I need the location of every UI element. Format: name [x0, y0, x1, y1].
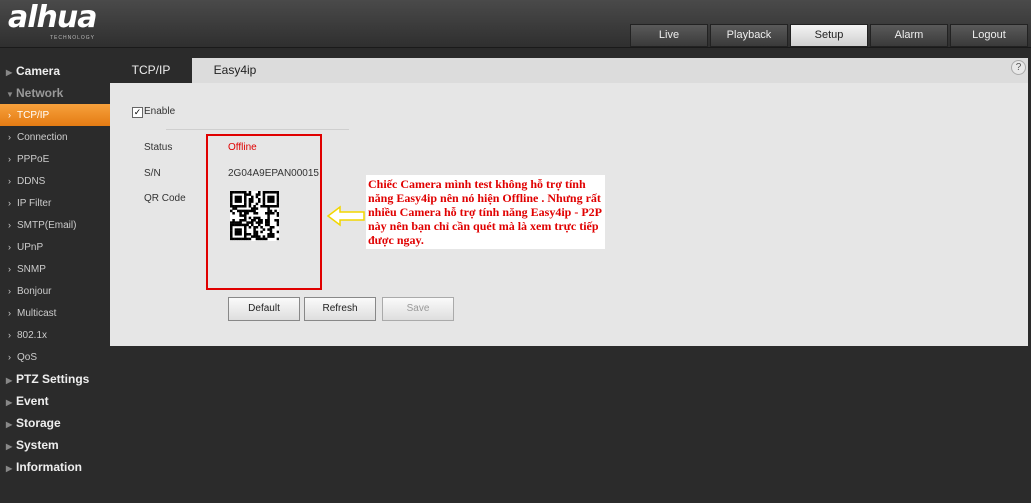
- tab-easy4ip[interactable]: Easy4ip: [194, 58, 276, 83]
- sidebar-item-ptz-settings[interactable]: ▶ PTZ Settings: [0, 368, 110, 390]
- tab-tcpip[interactable]: TCP/IP: [110, 58, 192, 83]
- sidebar-item-label: SMTP(Email): [17, 220, 77, 231]
- sidebar-item-label: TCP/IP: [17, 110, 50, 121]
- sidebar-item-label: DDNS: [17, 176, 46, 187]
- collapsed-arrow-icon: ▶: [6, 442, 13, 451]
- nav-setup[interactable]: Setup: [790, 24, 868, 47]
- help-icon[interactable]: ?: [1011, 60, 1026, 75]
- enable-checkbox[interactable]: ✓: [132, 107, 143, 118]
- sidebar-item-label: Event: [16, 394, 49, 408]
- sn-label: S/N: [144, 168, 161, 179]
- sidebar-item-label: QoS: [17, 352, 38, 363]
- save-button[interactable]: Save: [382, 297, 454, 321]
- divider: [166, 129, 349, 130]
- enable-label: Enable: [144, 106, 176, 117]
- collapsed-arrow-icon: ▶: [6, 376, 13, 385]
- sidebar-item-storage[interactable]: ▶ Storage: [0, 412, 110, 434]
- collapsed-arrow-icon: ▶: [6, 420, 13, 429]
- sidebar-item-qos[interactable]: › QoS: [0, 346, 110, 368]
- chevron-right-icon: ›: [8, 352, 11, 362]
- sidebar-item-system[interactable]: ▶ System: [0, 434, 110, 456]
- sidebar-item-multicast[interactable]: › Multicast: [0, 302, 110, 324]
- chevron-right-icon: ›: [8, 308, 11, 318]
- dahua-logo: alhua TECHNOLOGY: [8, 2, 118, 44]
- chevron-right-icon: ›: [8, 286, 11, 296]
- annotation-note: Chiếc Camera mình test không hỗ trợ tính…: [366, 175, 605, 249]
- sidebar-item-label: PPPoE: [17, 154, 50, 165]
- sidebar-item-label: PTZ Settings: [16, 372, 90, 386]
- easy4ip-panel: ✓ Enable Status Offline S/N 2G04A9EPAN00…: [110, 83, 1028, 346]
- qr-code-label: QR Code: [144, 193, 186, 204]
- collapsed-arrow-icon: ▶: [6, 464, 13, 473]
- collapsed-arrow-icon: ▶: [6, 398, 13, 407]
- sidebar-item-pppoe[interactable]: › PPPoE: [0, 148, 110, 170]
- chevron-right-icon: ›: [8, 198, 11, 208]
- sidebar-item-ddns[interactable]: › DDNS: [0, 170, 110, 192]
- refresh-button[interactable]: Refresh: [304, 297, 376, 321]
- sidebar-item-label: SNMP: [17, 264, 46, 275]
- sidebar-item-smtp-email[interactable]: › SMTP(Email): [0, 214, 110, 236]
- chevron-right-icon: ›: [8, 154, 11, 164]
- sidebar-item-label: UPnP: [17, 242, 44, 253]
- content-area: TCP/IP Easy4ip ? ✓ Enable Status Offline…: [110, 58, 1028, 346]
- nav-logout[interactable]: Logout: [950, 24, 1028, 47]
- highlight-box: [206, 134, 322, 290]
- sidebar-item-label: Network: [16, 86, 64, 100]
- sidebar-item-network[interactable]: ▼ Network: [0, 82, 110, 104]
- sidebar-item-connection[interactable]: › Connection: [0, 126, 110, 148]
- sidebar-item-upnp[interactable]: › UPnP: [0, 236, 110, 258]
- nav-alarm[interactable]: Alarm: [870, 24, 948, 47]
- nav-live[interactable]: Live: [630, 24, 708, 47]
- logo-wordmark: alhua: [8, 0, 98, 35]
- chevron-right-icon: ›: [8, 176, 11, 186]
- sidebar-item-label: Connection: [17, 132, 68, 143]
- default-button[interactable]: Default: [228, 297, 300, 321]
- sidebar-item-label: 802.1x: [17, 330, 48, 341]
- nav-playback[interactable]: Playback: [710, 24, 788, 47]
- sidebar-item-information[interactable]: ▶ Information: [0, 456, 110, 478]
- top-navigation: Live Playback Setup Alarm Logout: [630, 24, 1028, 47]
- sidebar-item-snmp[interactable]: › SNMP: [0, 258, 110, 280]
- sidebar-item-label: IP Filter: [17, 198, 52, 209]
- sidebar-item-camera[interactable]: ▶ Camera: [0, 60, 110, 82]
- header-bar: alhua TECHNOLOGY Live Playback Setup Ala…: [0, 0, 1031, 48]
- status-label: Status: [144, 142, 173, 153]
- sidebar-item-label: Bonjour: [17, 286, 52, 297]
- sidebar-item-bonjour[interactable]: › Bonjour: [0, 280, 110, 302]
- arrow-left-icon: [326, 205, 365, 227]
- sidebar-item-tcp-ip[interactable]: › TCP/IP: [0, 104, 110, 126]
- sidebar-item-802-1x[interactable]: › 802.1x: [0, 324, 110, 346]
- chevron-right-icon: ›: [8, 132, 11, 142]
- collapsed-arrow-icon: ▶: [6, 68, 13, 77]
- sidebar-item-label: Storage: [16, 416, 61, 430]
- sidebar-item-label: System: [16, 438, 59, 452]
- sidebar: ▶ Camera ▼ Network › TCP/IP › Connection › PPPoE ›…: [0, 60, 110, 478]
- chevron-right-icon: ›: [8, 110, 11, 120]
- chevron-right-icon: ›: [8, 220, 11, 230]
- sidebar-item-label: Information: [16, 460, 82, 474]
- sidebar-item-event[interactable]: ▶ Event: [0, 390, 110, 412]
- chevron-right-icon: ›: [8, 264, 11, 274]
- sidebar-item-label: Camera: [16, 64, 61, 78]
- chevron-right-icon: ›: [8, 330, 11, 340]
- content-tabs: TCP/IP Easy4ip: [110, 58, 278, 83]
- logo-subtext: TECHNOLOGY: [50, 35, 96, 41]
- sidebar-item-label: Multicast: [17, 308, 57, 319]
- expanded-arrow-icon: ▼: [6, 90, 14, 99]
- sidebar-item-ip-filter[interactable]: › IP Filter: [0, 192, 110, 214]
- chevron-right-icon: ›: [8, 242, 11, 252]
